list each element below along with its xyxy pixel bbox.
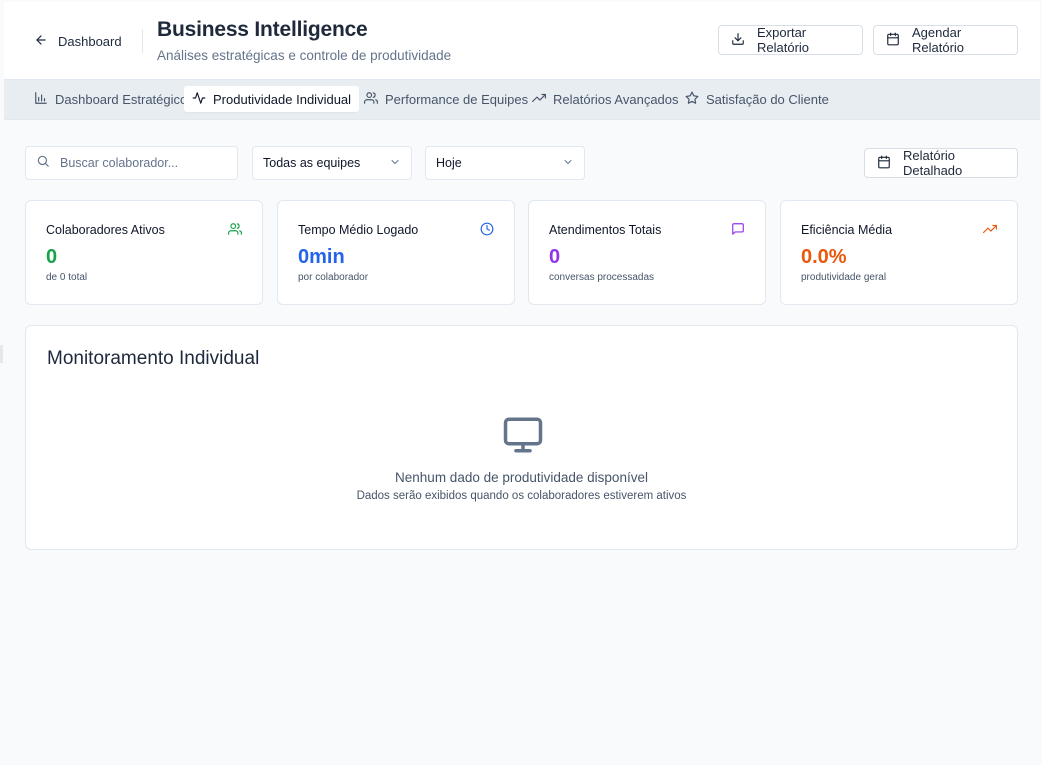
export-report-button[interactable]: Exportar Relatório [718,25,863,55]
trending-up-icon [532,91,546,108]
clock-icon [480,222,494,236]
export-report-label: Exportar Relatório [757,25,810,55]
tab-performance-equipes[interactable]: Performance de Equipes [356,86,536,112]
users-icon [228,222,242,236]
stat-card-atendimentos-totais: Atendimentos Totais 0 conversas processa… [528,200,766,305]
team-select[interactable]: Todas as equipes [252,146,412,180]
arrow-left-icon [34,33,48,50]
back-to-dashboard-button[interactable]: Dashboard [26,27,130,55]
calendar-icon [886,32,900,49]
tab-label: Dashboard Estratégico [55,91,188,107]
period-select-value: Hoje [436,156,462,170]
search-input[interactable] [60,156,220,170]
stat-subtext: produtividade geral [801,272,887,283]
stat-subtext: conversas processadas [549,272,655,283]
tab-satisfacao-cliente[interactable]: Satisfação do Cliente [677,86,837,112]
tab-bar: Dashboard Estratégico Produtividade Indi… [4,80,1040,120]
stat-subtext: por colaborador [298,272,369,283]
stat-value: 0 [549,246,561,268]
team-select-value: Todas as equipes [263,156,361,170]
stat-label: Eficiência Média [801,223,893,237]
page-header: Dashboard Business Intelligence Análises… [4,2,1040,80]
search-icon [36,154,50,173]
schedule-report-label: Agendar Relatório [912,25,965,55]
calendar-icon [877,155,891,172]
star-icon [685,91,699,108]
message-square-icon [731,222,745,236]
download-icon [731,32,745,49]
stat-label: Colaboradores Ativos [46,223,165,237]
header-divider [142,29,143,53]
stat-card-tempo-medio-logado: Tempo Médio Logado 0min por colaborador [277,200,515,305]
stat-value: 0.0% [801,246,847,268]
stat-label: Atendimentos Totais [549,223,662,237]
empty-state-title: Nenhum dado de produtividade disponível [395,470,648,485]
tab-produtividade-individual[interactable]: Produtividade Individual [184,86,360,112]
chevron-down-icon [389,156,401,171]
monitoring-panel: Monitoramento Individual Nenhum dado de … [25,325,1018,550]
app-frame: Dashboard Business Intelligence Análises… [4,2,1040,765]
period-select[interactable]: Hoje [425,146,585,180]
stat-value: 0min [298,246,345,268]
back-button-label: Dashboard [58,33,122,49]
stat-card-eficiencia-media: Eficiência Média 0.0% produtividade gera… [780,200,1018,305]
panel-title: Monitoramento Individual [47,348,260,369]
stat-subtext: de 0 total [46,272,88,283]
tab-relatorios-avancados[interactable]: Relatórios Avançados [524,86,687,112]
window-edge [0,345,3,363]
page-title: Business Intelligence [157,18,368,41]
stat-card-colaboradores-ativos: Colaboradores Ativos 0 de 0 total [25,200,263,305]
tab-dashboard-estrategico[interactable]: Dashboard Estratégico [26,86,195,112]
tab-label: Satisfação do Cliente [706,91,829,107]
chevron-down-icon [562,156,574,171]
stat-value: 0 [46,246,58,268]
stat-label: Tempo Médio Logado [298,223,419,237]
tab-label: Produtividade Individual [213,91,352,107]
search-box [25,146,238,180]
monitor-icon [502,414,544,456]
empty-state-subtitle: Dados serão exibidos quando os colaborad… [356,490,687,502]
detailed-report-label: Relatório Detalhado [903,148,963,178]
page-subtitle: Análises estratégicas e controle de prod… [157,48,452,63]
schedule-report-button[interactable]: Agendar Relatório [873,25,1018,55]
tab-label: Performance de Equipes [385,91,529,107]
bar-chart-icon [34,91,48,108]
trending-up-icon [983,222,997,236]
users-icon [364,91,378,108]
activity-icon [192,91,206,108]
detailed-report-button[interactable]: Relatório Detalhado [864,148,1018,178]
tab-label: Relatórios Avançados [553,91,679,107]
